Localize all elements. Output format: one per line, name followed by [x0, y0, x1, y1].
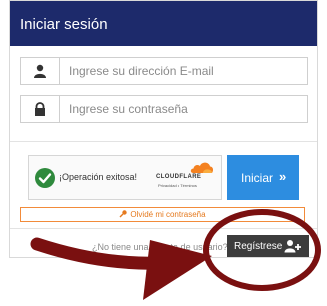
circle-annotation: [203, 209, 321, 291]
annotation-overlay: [30, 209, 321, 300]
arrow-annotation: [143, 240, 212, 300]
